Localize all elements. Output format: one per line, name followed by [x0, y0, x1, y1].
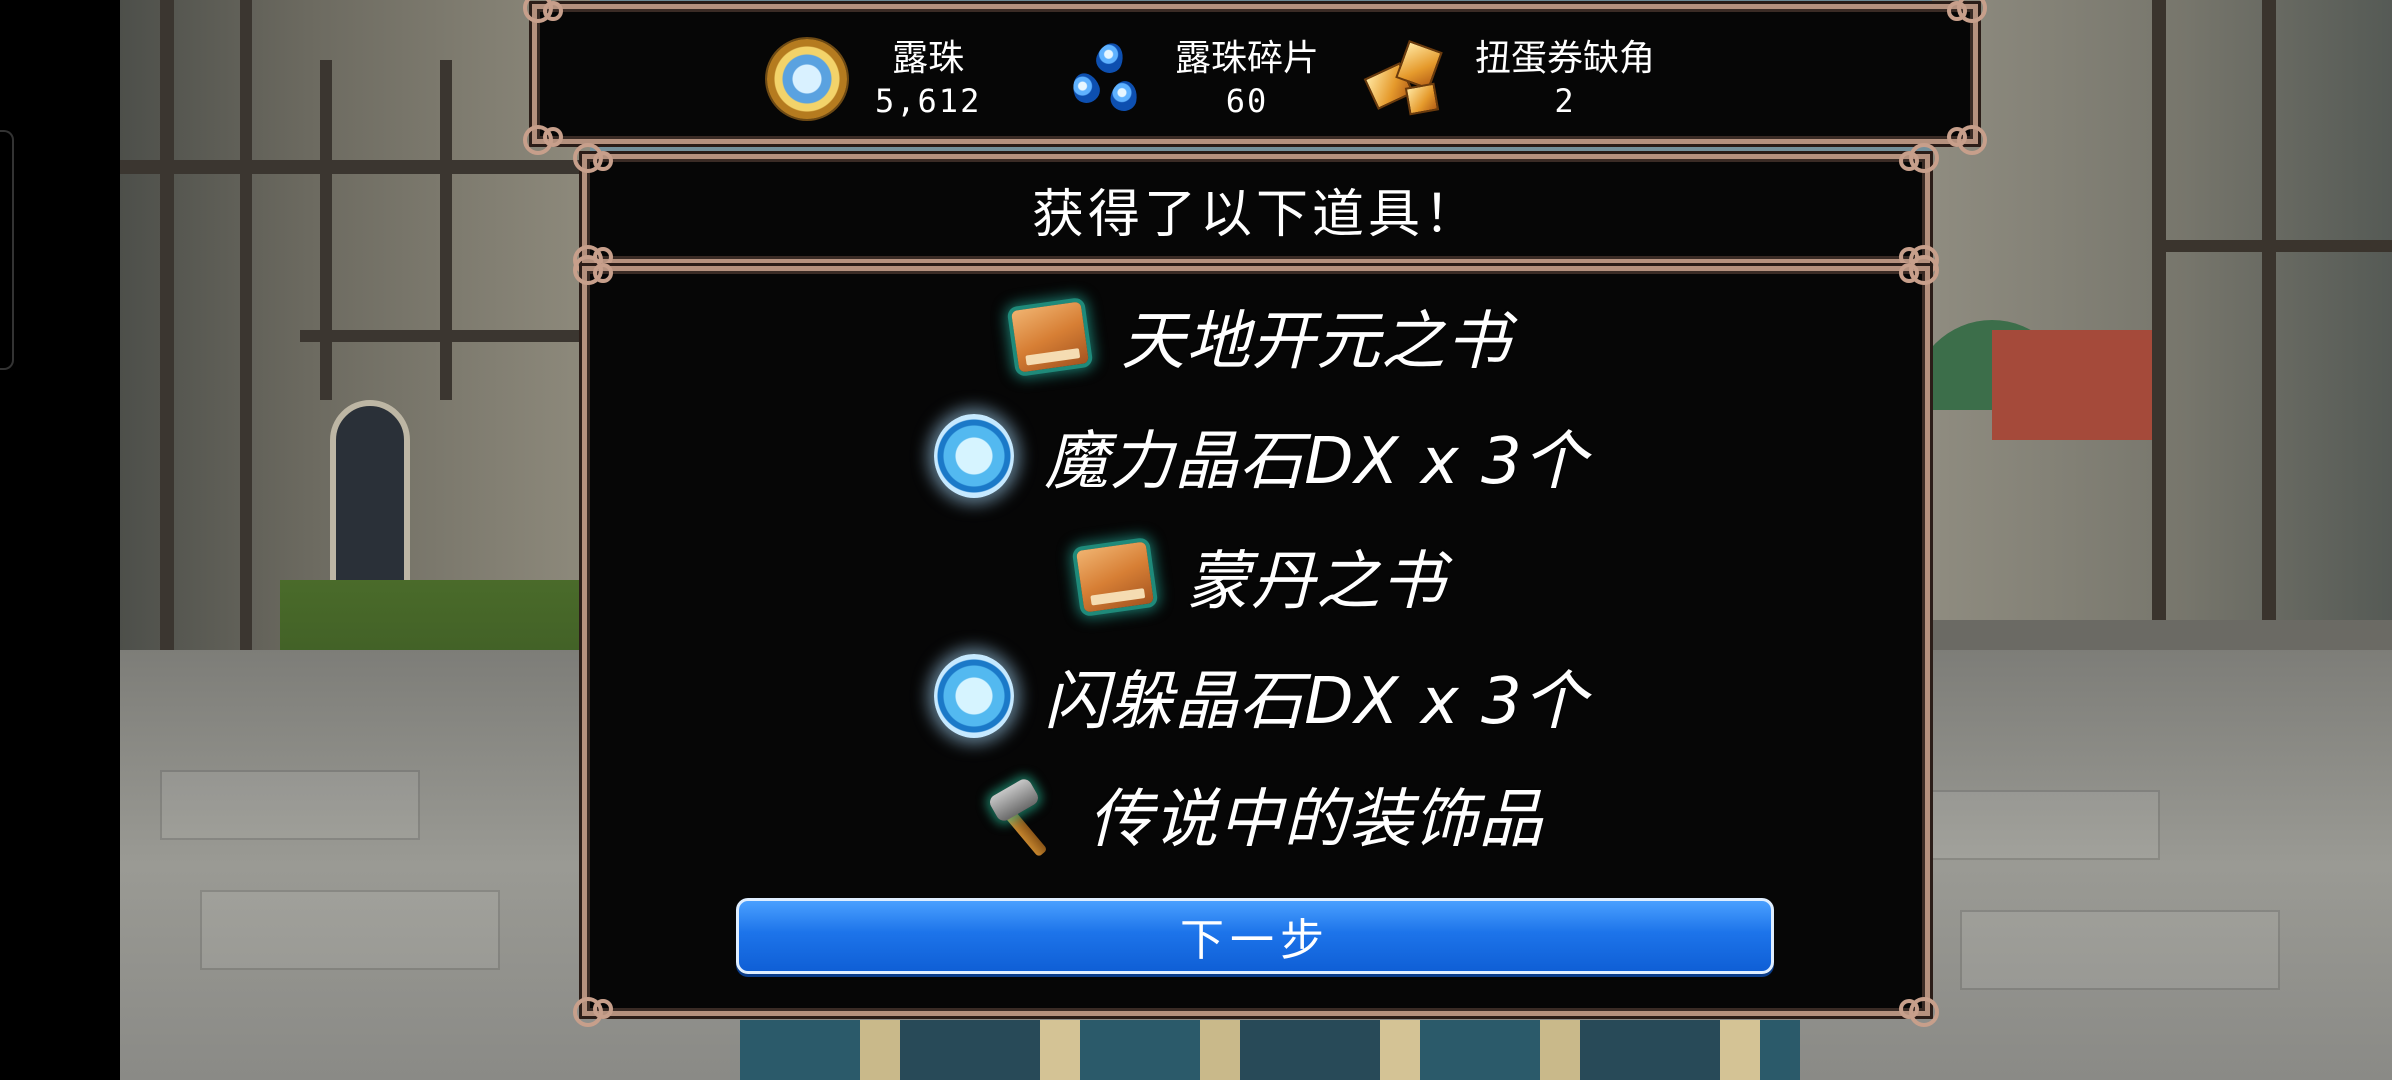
currency-value: 2	[1554, 82, 1576, 120]
reward-item: 蒙丹之书	[587, 521, 1925, 631]
currency-value: 60	[1225, 82, 1269, 120]
reward-item: 魔力晶石DX x 3个	[587, 401, 1925, 511]
device-edge	[0, 130, 14, 370]
reward-item: 天地开元之书	[587, 281, 1925, 391]
book-icon	[1066, 526, 1166, 626]
currency-lumi-fragment: 露珠碎片 60	[1067, 29, 1319, 129]
currency-gacha-ticket: 扭蛋券缺角 2	[1363, 29, 1656, 129]
reward-item: 传说中的装饰品	[587, 759, 1925, 869]
currency-lumi: 露珠 5,612	[767, 29, 981, 129]
currency-bar: 露珠 5,612 露珠碎片 60 扭蛋券缺角 2	[523, 0, 1987, 155]
crystal-icon	[924, 646, 1024, 746]
book-icon	[1001, 286, 1101, 386]
currency-label: 扭蛋券缺角	[1475, 38, 1656, 79]
dialog-title: 获得了以下道具！	[1031, 184, 1480, 245]
next-button-label: 下一步	[1180, 915, 1330, 966]
next-button[interactable]: 下一步	[736, 898, 1774, 974]
dialog-title-bar: 获得了以下道具！	[573, 143, 1939, 275]
reward-item-name: 天地开元之书	[1121, 305, 1511, 379]
currency-value: 5,612	[875, 82, 982, 120]
reward-item-name: 蒙丹之书	[1186, 545, 1446, 619]
lumi-orb-icon	[767, 39, 847, 119]
currency-label: 露珠	[892, 38, 965, 79]
carpet	[740, 1020, 1800, 1080]
reward-item-name: 传说中的装饰品	[1088, 783, 1544, 857]
reward-item: 闪躲晶石DX x 3个	[587, 641, 1925, 751]
reward-item-name: 魔力晶石DX x 3个	[1044, 425, 1588, 499]
currency-label: 露珠碎片	[1175, 38, 1320, 79]
crystal-icon	[924, 406, 1024, 506]
reward-item-name: 闪躲晶石DX x 3个	[1044, 665, 1588, 739]
lumi-fragment-icon	[1067, 39, 1147, 119]
gacha-ticket-shard-icon	[1363, 39, 1447, 119]
hammer-icon	[969, 764, 1069, 864]
